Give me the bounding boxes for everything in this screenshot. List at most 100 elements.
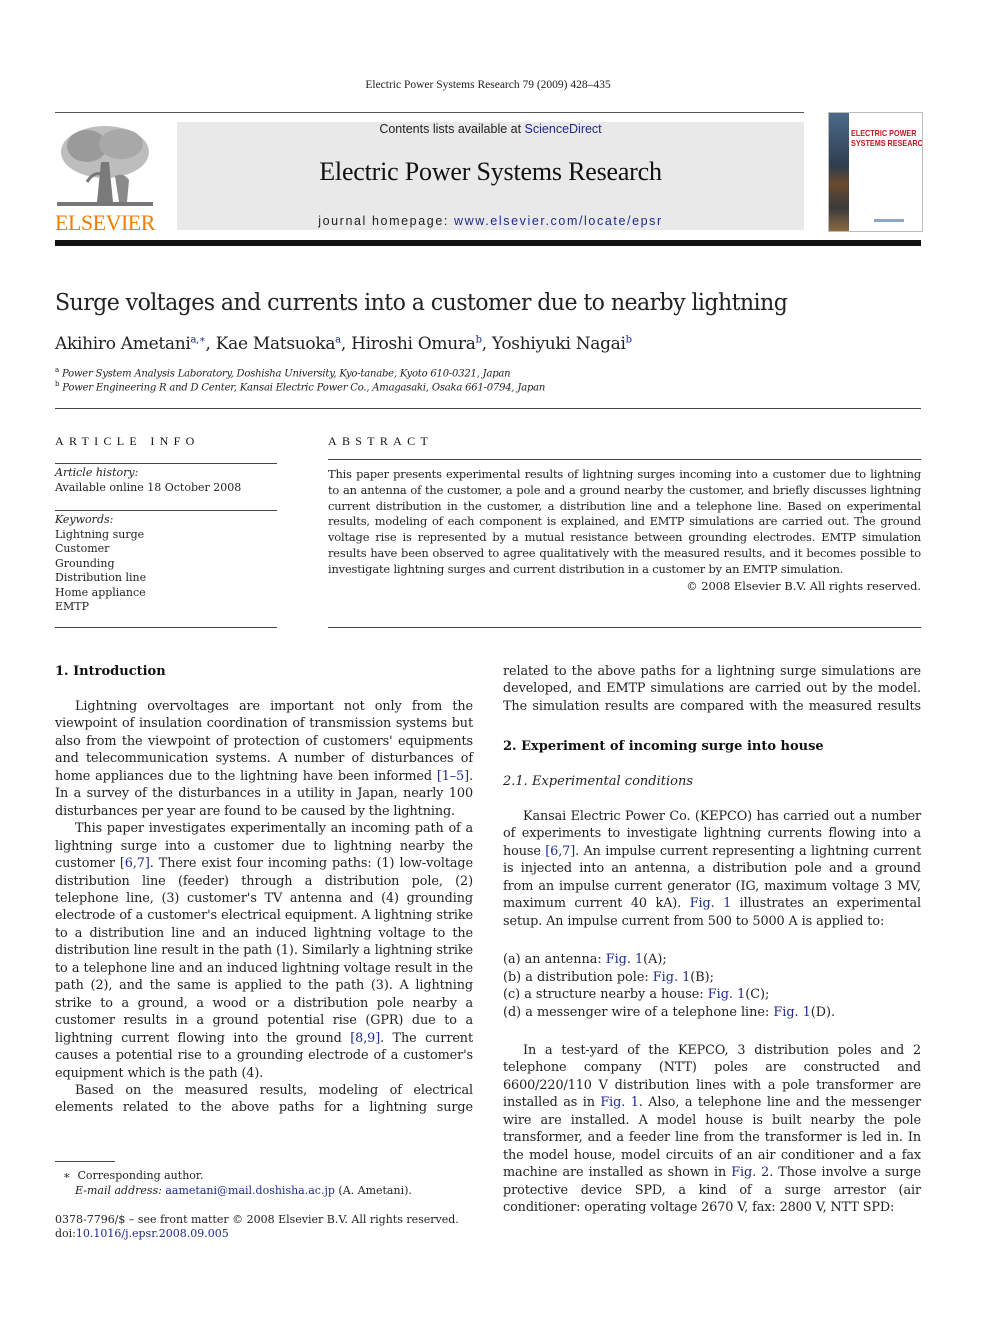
list-label: (c) a structure nearby a house: [503, 987, 708, 1002]
email-tail: (A. Ametani). [334, 1184, 412, 1197]
list-item: (a) an antenna: Fig. 1(A); [503, 951, 835, 969]
list-tail: (D). [810, 1004, 836, 1020]
keyword-item: Distribution line [55, 571, 147, 584]
history-value: Available online 18 October 2008 [55, 480, 242, 494]
homepage-prefix: journal homepage: [318, 214, 455, 228]
journal-homepage: journal homepage: www.elsevier.com/locat… [177, 214, 804, 228]
doi-label: doi: [55, 1227, 76, 1240]
text: Lightning overvoltages are important not… [55, 699, 473, 784]
author-name: Yoshiyuki Nagai [491, 334, 626, 354]
cover-title: ELECTRIC POWER SYSTEMS RESEARCH [851, 128, 923, 148]
contents-prefix: Contents lists available at [379, 122, 525, 136]
homepage-link[interactable]: www.elsevier.com/locate/epsr [454, 214, 663, 228]
citation-link[interactable]: [6,7] [545, 844, 575, 859]
front-matter: 0378-7796/$ – see front matter © 2008 El… [55, 1213, 459, 1226]
affiliation-b: b Power Engineering R and D Center, Kans… [55, 380, 545, 393]
contents-line: Contents lists available at ScienceDirec… [177, 122, 804, 136]
keyword-item: Lightning surge [55, 527, 145, 541]
affiliation-text: Power System Analysis Laboratory, Doshis… [61, 368, 511, 380]
running-head: Electric Power Systems Research 79 (2009… [365, 79, 611, 91]
paragraph: Kansai Electric Power Co. (KEPCO) has ca… [503, 808, 921, 930]
paragraph: Lightning overvoltages are important not… [55, 698, 473, 820]
affiliation-a: a Power System Analysis Laboratory, Dosh… [55, 366, 511, 380]
author-name: Kae Matsuoka [215, 334, 336, 354]
keyword-item: Home appliance [55, 585, 146, 599]
abstract-text: This paper presents experimental results… [328, 467, 921, 576]
cover-title-line2: SYSTEMS RESEARCH [851, 137, 923, 148]
doi-line: doi:10.1016/j.epsr.2008.09.005 [55, 1227, 229, 1241]
section-1-heading: 1. Introduction [55, 664, 166, 679]
keywords-block: Keywords: Lightning surge Customer Groun… [55, 513, 146, 615]
list-item: (d) a messenger wire of a telephone line… [503, 1004, 835, 1022]
figure-link[interactable]: Fig. 1 [600, 1095, 638, 1110]
footnote-text: Corresponding author. [77, 1169, 204, 1182]
figure-link[interactable]: Fig. 1 [708, 987, 745, 1002]
author-affil-mark[interactable]: a,∗ [190, 334, 205, 345]
right-column-p4: Kansai Electric Power Co. (KEPCO) has ca… [503, 808, 921, 930]
divider [55, 408, 921, 409]
journal-banner: Contents lists available at ScienceDirec… [177, 122, 804, 230]
email-footnote: E-mail address: aametani@mail.doshisha.a… [75, 1184, 412, 1198]
cover-publisher-mark [874, 219, 904, 222]
sciencedirect-link[interactable]: ScienceDirect [525, 122, 602, 136]
header-rule [55, 112, 804, 113]
list-tail: (C); [745, 987, 770, 1002]
right-column-p3-cont: Based on the measured results, modeling … [503, 663, 921, 717]
paragraph: In a test-yard of the KEPCO, 3 distribut… [503, 1042, 921, 1217]
header-thick-rule [55, 240, 921, 246]
affiliation-mark: b [55, 380, 60, 388]
list-label: (b) a distribution pole: [503, 969, 653, 985]
footnote-mark: ∗ [63, 1169, 71, 1182]
text: . There exist four incoming paths: (1) l… [55, 856, 473, 1046]
figure-link[interactable]: Fig. 2 [731, 1165, 769, 1180]
divider [55, 463, 277, 464]
right-column-p5: In a test-yard of the KEPCO, 3 distribut… [503, 1042, 921, 1217]
abstract-heading: ABSTRACT [328, 434, 434, 448]
author-list: Akihiro Ametania,∗, Kae Matsuokaa, Hiros… [55, 334, 632, 354]
affiliation-text: Power Engineering R and D Center, Kansai… [62, 382, 546, 394]
left-column-p3: Based on the measured results, modeling … [55, 1082, 473, 1117]
divider [328, 459, 921, 460]
list-tail: (B); [690, 969, 714, 985]
paragraph-continuation: Based on the measured results, modeling … [503, 664, 921, 717]
author-name: Hiroshi Omura [351, 334, 476, 354]
divider [55, 510, 277, 511]
keyword-item: Grounding [55, 556, 115, 570]
citation-link[interactable]: [8,9] [350, 1031, 380, 1046]
experiment-list: (a) an antenna: Fig. 1(A); (b) a distrib… [503, 951, 835, 1021]
elsevier-logo[interactable]: ELSEVIER [55, 120, 155, 235]
journal-cover-thumbnail[interactable]: ELECTRIC POWER SYSTEMS RESEARCH [828, 112, 923, 232]
doi-link[interactable]: 10.1016/j.epsr.2008.09.005 [76, 1227, 229, 1240]
figure-link[interactable]: Fig. 1 [606, 952, 643, 967]
article-title: Surge voltages and currents into a custo… [55, 290, 788, 316]
email-link[interactable]: aametani@mail.doshisha.ac.jp [165, 1184, 335, 1197]
author-name: Akihiro Ametani [55, 334, 191, 354]
list-label: (d) a messenger wire of a telephone line… [503, 1004, 774, 1020]
article-history: Article history: Available online 18 Oct… [55, 466, 241, 495]
elsevier-wordmark: ELSEVIER [55, 210, 155, 235]
corresponding-footnote: ∗ Corresponding author. [63, 1169, 203, 1183]
keywords-label: Keywords: [55, 513, 114, 526]
email-label: E-mail address: [75, 1184, 166, 1197]
abstract-copyright: © 2008 Elsevier B.V. All rights reserved… [686, 579, 921, 593]
list-label: (a) an antenna: [503, 952, 606, 967]
figure-link[interactable]: Fig. 1 [690, 896, 732, 911]
divider [328, 627, 921, 628]
figure-link[interactable]: Fig. 1 [773, 1005, 810, 1020]
citation-link[interactable]: [6,7] [120, 856, 150, 871]
author-affil-mark[interactable]: b [626, 334, 632, 345]
left-column-body: Lightning overvoltages are important not… [55, 698, 473, 1082]
keyword-item: Customer [55, 542, 110, 555]
elsevier-tree-icon [57, 122, 153, 210]
figure-link[interactable]: Fig. 1 [653, 970, 690, 985]
list-tail: (A); [643, 952, 667, 967]
divider [55, 627, 277, 628]
author-affil-mark[interactable]: a [335, 334, 341, 345]
cover-photo-strip [829, 113, 849, 231]
affiliation-mark: a [55, 366, 59, 374]
list-item: (c) a structure nearby a house: Fig. 1(C… [503, 986, 835, 1004]
journal-title: Electric Power Systems Research [319, 157, 662, 186]
author-affil-mark[interactable]: b [476, 334, 482, 345]
keyword-item: EMTP [55, 600, 90, 613]
citation-link[interactable]: [1–5] [437, 769, 469, 784]
